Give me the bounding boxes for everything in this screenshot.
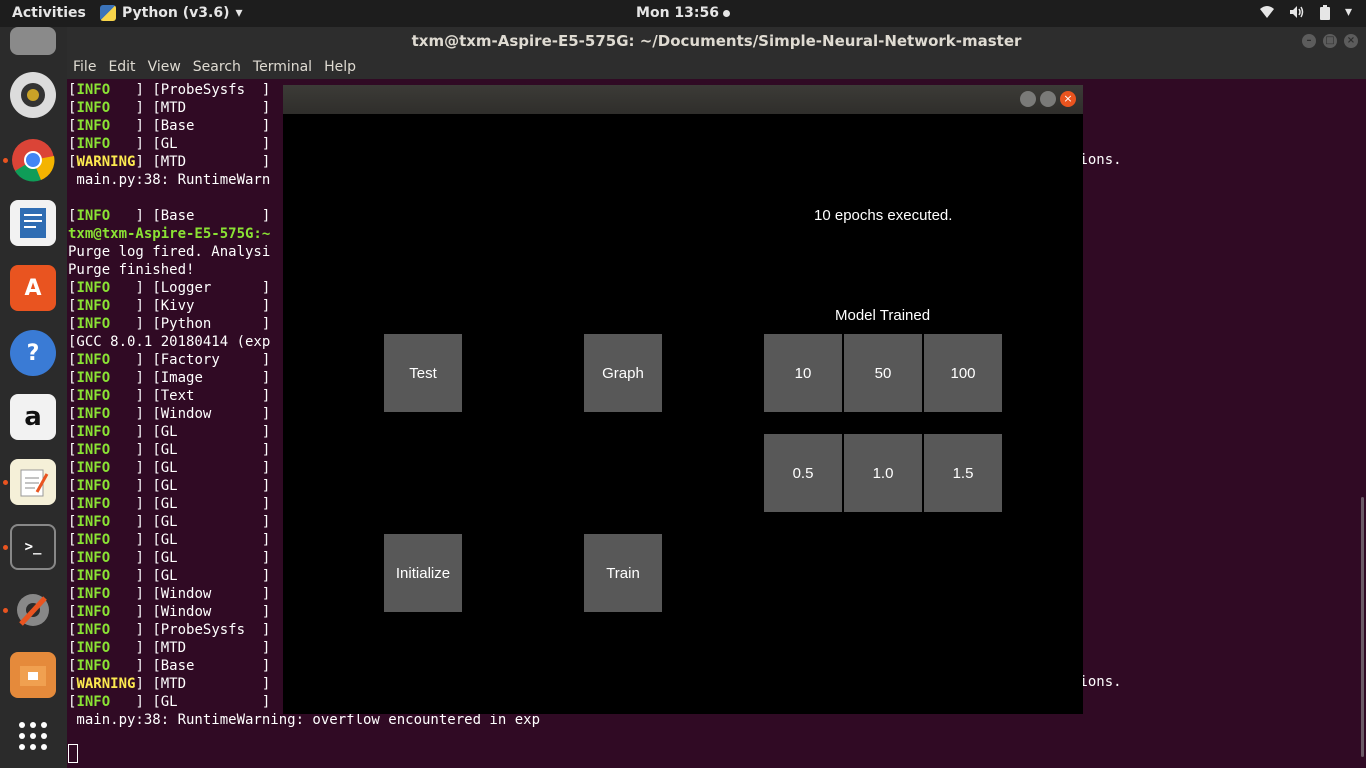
settings-tools-icon[interactable] [10, 587, 56, 633]
epochs-10-button[interactable]: 10 [764, 334, 842, 412]
terminal-titlebar[interactable]: txm@txm-Aspire-E5-575G: ~/Documents/Simp… [67, 27, 1366, 55]
close-icon[interactable]: × [1344, 34, 1358, 48]
kivy-app-window[interactable]: × 10 epochs executed. Model Trained Test… [283, 85, 1083, 714]
speaker-icon [21, 83, 45, 107]
menu-help[interactable]: Help [324, 59, 356, 75]
show-applications-icon[interactable] [10, 713, 56, 759]
battery-icon [1319, 4, 1330, 20]
kivy-titlebar[interactable]: × [283, 85, 1083, 114]
app-menu[interactable]: Python (v3.6) ▾ [100, 5, 243, 21]
running-indicator-icon [3, 545, 8, 550]
python-icon [100, 5, 116, 21]
text-editor-icon[interactable] [10, 459, 56, 505]
minimize-icon[interactable] [1020, 91, 1036, 107]
notification-dot-icon [722, 9, 730, 17]
initialize-button[interactable]: Initialize [384, 534, 462, 612]
terminal-icon[interactable]: >_ [10, 524, 56, 570]
top-bar: Activities Python (v3.6) ▾ Mon 13:56 ▾ [0, 0, 1366, 27]
running-indicator-icon [3, 608, 8, 613]
files-archive-icon[interactable] [10, 652, 56, 698]
menu-view[interactable]: View [148, 59, 181, 75]
chrome-icon[interactable] [10, 137, 56, 183]
running-indicator-icon [3, 480, 8, 485]
close-icon[interactable]: × [1060, 91, 1076, 107]
dock: A ? a >_ [0, 27, 67, 768]
menu-file[interactable]: File [73, 59, 96, 75]
train-button[interactable]: Train [584, 534, 662, 612]
chevron-down-icon: ▾ [1344, 4, 1352, 20]
speaker-app-icon[interactable] [10, 72, 56, 118]
kivy-canvas: 10 epochs executed. Model Trained Test G… [283, 114, 1083, 714]
status-label: 10 epochs executed. [814, 207, 953, 224]
maximize-icon[interactable]: □ [1323, 34, 1337, 48]
clock[interactable]: Mon 13:56 [636, 5, 719, 21]
activities-button[interactable]: Activities [12, 5, 86, 21]
epochs-50-button[interactable]: 50 [844, 334, 922, 412]
system-tray[interactable]: ▾ [1259, 4, 1352, 20]
graph-button[interactable]: Graph [584, 334, 662, 412]
terminal-cursor [68, 744, 78, 763]
rate-0-5-button[interactable]: 0.5 [764, 434, 842, 512]
terminal-title: txm@txm-Aspire-E5-575G: ~/Documents/Simp… [411, 32, 1022, 50]
running-indicator-icon [3, 158, 8, 163]
terminal-scrollbar[interactable] [1361, 497, 1364, 757]
rate-1-0-button[interactable]: 1.0 [844, 434, 922, 512]
test-button[interactable]: Test [384, 334, 462, 412]
help-icon[interactable]: ? [10, 330, 56, 376]
menu-edit[interactable]: Edit [108, 59, 135, 75]
software-center-icon[interactable]: A [10, 265, 56, 311]
menu-terminal[interactable]: Terminal [253, 59, 312, 75]
epochs-100-button[interactable]: 100 [924, 334, 1002, 412]
writer-icon[interactable] [10, 200, 56, 246]
menu-search[interactable]: Search [193, 59, 241, 75]
amazon-icon[interactable]: a [10, 394, 56, 440]
chevron-down-icon: ▾ [235, 5, 243, 21]
maximize-icon[interactable] [1040, 91, 1056, 107]
model-trained-label: Model Trained [835, 307, 931, 324]
volume-icon [1289, 6, 1304, 18]
app-menu-label: Python (v3.6) [122, 5, 230, 21]
files-partial-icon[interactable] [10, 27, 56, 55]
wifi-icon [1259, 6, 1274, 18]
terminal-menubar: File Edit View Search Terminal Help [67, 55, 1366, 79]
rate-1-5-button[interactable]: 1.5 [924, 434, 1002, 512]
minimize-icon[interactable]: – [1302, 34, 1316, 48]
